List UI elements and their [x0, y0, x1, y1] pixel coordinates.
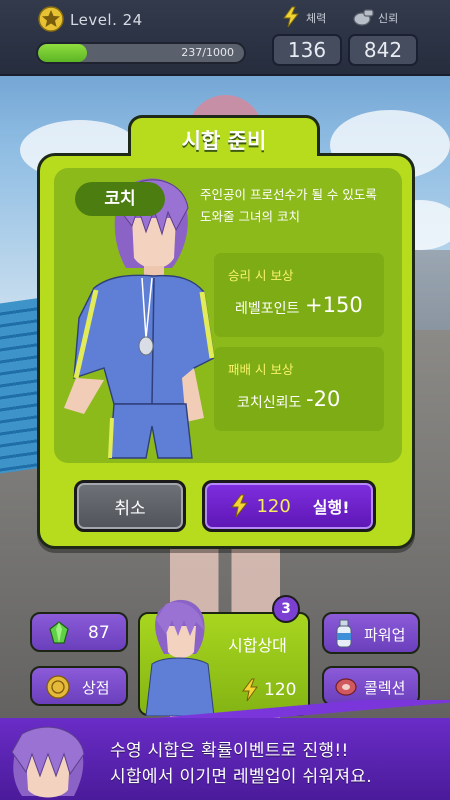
meat-icon: [335, 678, 357, 696]
opponent-portrait: [145, 599, 214, 716]
win-reward-heading: 승리 시 보상: [228, 268, 294, 283]
collection-label: 콜렉션: [364, 679, 406, 697]
top-hud: Level. 24 237/1000 체력 신뢰 136 842: [0, 0, 450, 76]
trust-label: 신뢰: [378, 12, 399, 25]
xp-bar: 237/1000: [36, 42, 246, 64]
tutorial-text-line: 시합에서 이기면 레벨업이 쉬워져요.: [110, 767, 372, 787]
gems-counter[interactable]: 87: [30, 612, 128, 652]
trust-value: 842: [348, 34, 418, 66]
xp-text: 237/1000: [181, 46, 234, 59]
lightning-icon: [283, 6, 300, 28]
coin-icon: [46, 675, 70, 699]
cancel-button-label: 취소: [114, 498, 146, 519]
whistle-icon: [353, 9, 374, 26]
lightning-icon: [231, 494, 249, 518]
lose-reward-value: -20: [306, 387, 341, 411]
run-button[interactable]: 120 실행!: [202, 480, 376, 532]
opponent-label: 시합상대: [228, 636, 287, 655]
shop-label: 상점: [82, 679, 110, 697]
win-reward-value: +150: [305, 293, 363, 317]
opponent-cost: 120: [264, 680, 297, 700]
run-cost: 120: [256, 495, 291, 517]
star-icon: [38, 6, 64, 32]
run-button-label: 실행!: [312, 498, 350, 517]
stamina-label: 체력: [306, 12, 327, 25]
coach-avatar: [11, 726, 85, 798]
coach-description-line: 주인공이 프로선수가 될 수 있도록: [200, 187, 377, 202]
lose-reward-heading: 패배 시 보상: [228, 362, 294, 377]
coach-description: 주인공이 프로선수가 될 수 있도록 도와줄 그녀의 코치: [200, 184, 400, 228]
gems-value: 87: [88, 623, 110, 643]
opponent-count-badge: 3: [272, 595, 300, 623]
stamina-value: 136: [272, 34, 342, 66]
xp-bar-fill: [38, 44, 87, 62]
coach-description-line: 도와줄 그녀의 코치: [200, 209, 300, 224]
dialog-title: 시합 준비: [181, 129, 267, 153]
cancel-button[interactable]: 취소: [74, 480, 186, 532]
coach-name-tag: 코치: [75, 182, 165, 216]
level-label: Level. 24: [70, 11, 143, 29]
bottle-icon: [336, 619, 352, 648]
lose-reward-name: 코치신뢰도: [237, 395, 302, 411]
tutorial-text-line: 수영 시합은 확률이벤트로 진행!!: [110, 741, 349, 761]
gem-icon: [49, 621, 69, 644]
win-reward-name: 레벨포인트: [235, 301, 300, 317]
powerup-label: 파워업: [364, 626, 406, 644]
lightning-icon: [242, 678, 258, 702]
powerup-button[interactable]: 파워업: [322, 612, 420, 654]
